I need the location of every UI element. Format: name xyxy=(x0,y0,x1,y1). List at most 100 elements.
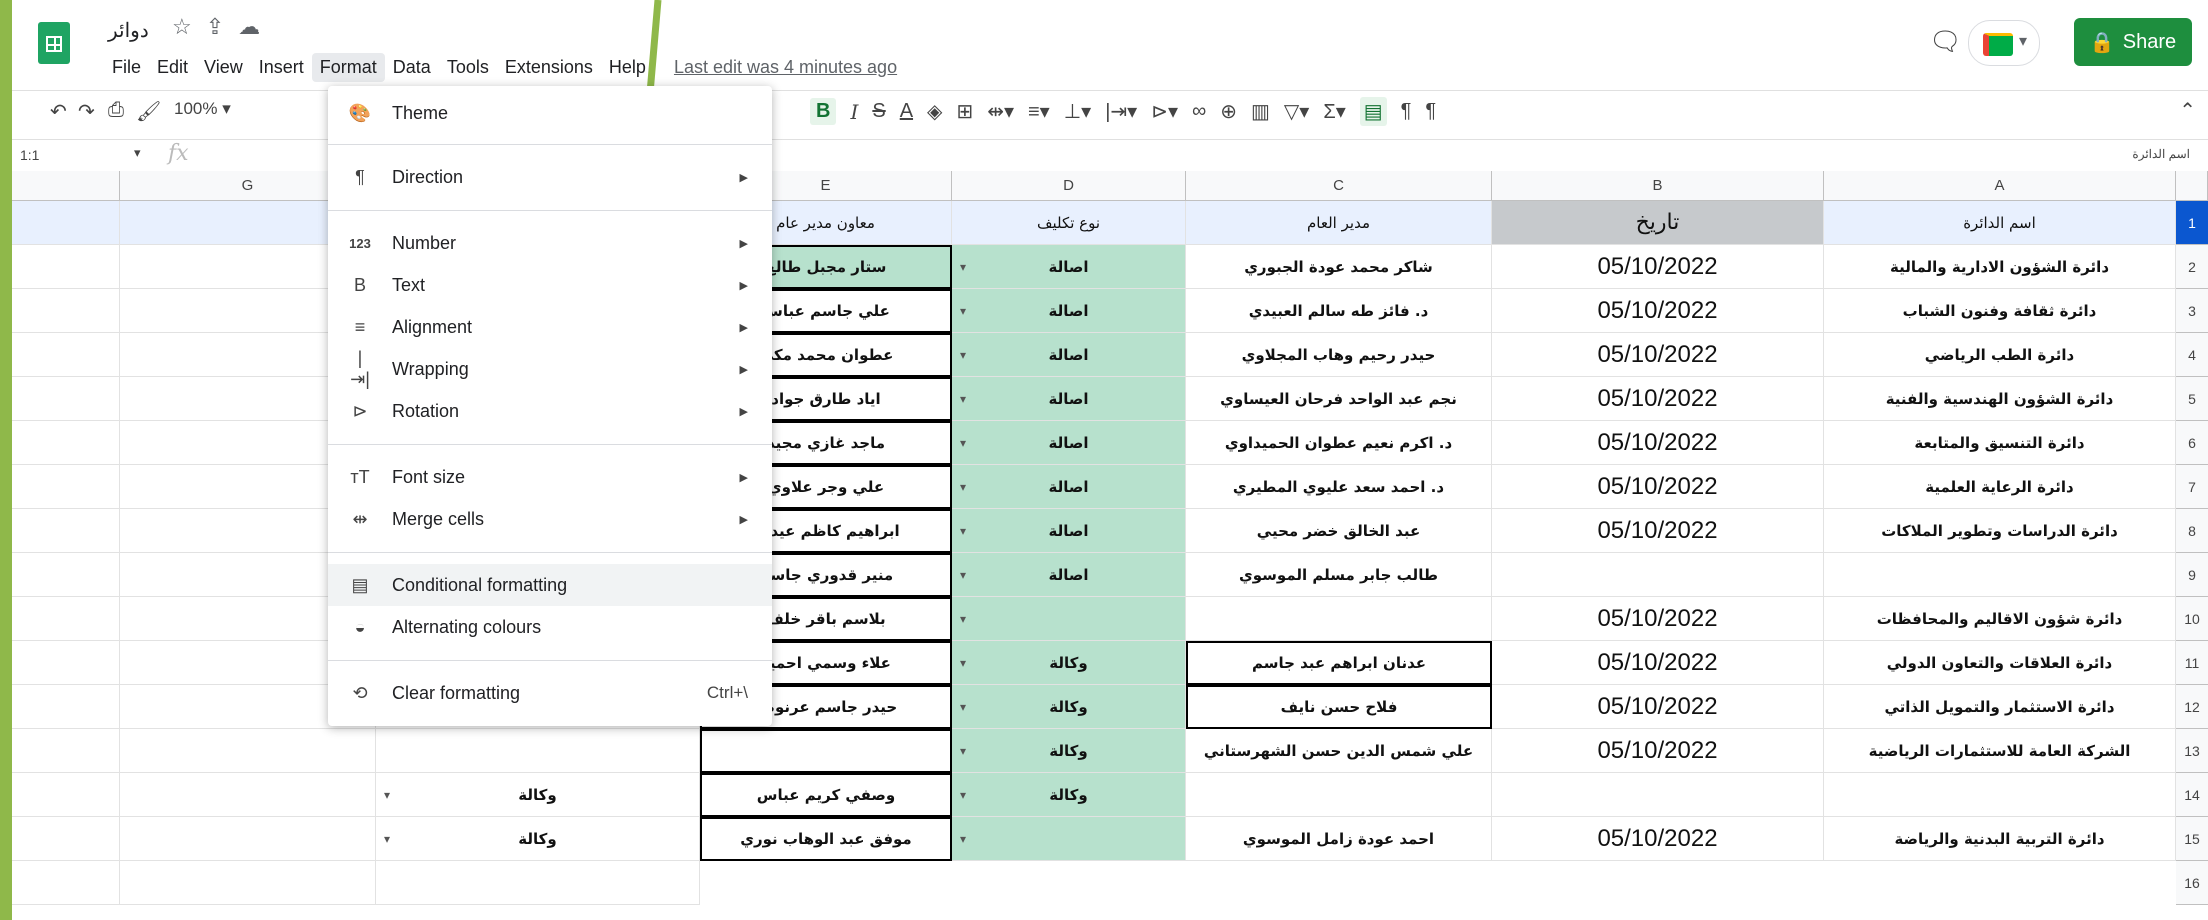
grid-cell[interactable] xyxy=(120,861,376,905)
menu-item-theme[interactable]: 🎨 Theme xyxy=(328,92,772,134)
comment-icon[interactable]: 🗨 xyxy=(1929,26,1962,57)
menu-item-rotation[interactable]: ⊳ Rotation ▶ xyxy=(328,390,772,432)
menu-item-conditional-formatting[interactable]: ▤ Conditional formatting xyxy=(328,564,772,606)
grid-cell[interactable] xyxy=(12,201,120,245)
cell-a[interactable] xyxy=(1824,553,2176,597)
insert-chart-icon[interactable]: ▥ xyxy=(1251,99,1270,124)
grid-cell[interactable] xyxy=(12,729,120,773)
text-rotation-icon[interactable]: ⊳▾ xyxy=(1151,99,1178,124)
row-header-7[interactable]: 7 xyxy=(2176,465,2208,509)
grid-cell[interactable] xyxy=(12,465,120,509)
undo-icon[interactable]: ↶ xyxy=(50,99,67,124)
cell-a[interactable]: دائرة الاستثمار والتمويل الذاتي xyxy=(1824,685,2176,729)
grid-cell[interactable] xyxy=(12,553,120,597)
cell-e[interactable] xyxy=(700,729,952,773)
cell-c[interactable]: عبد الخالق خضر محيي xyxy=(1186,509,1492,553)
insert-comment-icon[interactable]: ⊕ xyxy=(1220,99,1237,124)
row-header-8[interactable]: 8 xyxy=(2176,509,2208,553)
cell-d[interactable]: اصالة ▾ xyxy=(952,289,1186,333)
cell-c[interactable]: د. احمد سعد عليوي المطيري xyxy=(1186,465,1492,509)
zoom-select[interactable]: 100% ▾ xyxy=(174,99,231,119)
dropdown-caret-icon[interactable]: ▾ xyxy=(960,260,966,274)
name-box[interactable]: 1:1 xyxy=(20,147,39,163)
header-cell-a[interactable]: اسم الدائرة xyxy=(1824,201,2176,245)
column-header-D[interactable]: D xyxy=(952,171,1186,201)
cell-a[interactable]: دائرة الطب الرياضي xyxy=(1824,333,2176,377)
menu-tools[interactable]: Tools xyxy=(439,53,497,82)
collapse-menus-icon[interactable]: ⌃ xyxy=(2179,98,2196,123)
grid-cell[interactable] xyxy=(376,861,700,905)
dropdown-caret-icon[interactable]: ▾ xyxy=(384,832,390,846)
cell-b[interactable]: 05/10/2022 xyxy=(1492,509,1824,553)
cell-d[interactable]: وكالة ▾ xyxy=(952,685,1186,729)
grid-cell[interactable] xyxy=(12,817,120,861)
cell-c[interactable] xyxy=(1186,597,1492,641)
cell-b[interactable]: 05/10/2022 xyxy=(1492,685,1824,729)
menu-file[interactable]: File xyxy=(104,53,149,82)
row-header-2[interactable]: 2 xyxy=(2176,245,2208,289)
column-header-A[interactable]: A xyxy=(1824,171,2176,201)
cell-a[interactable]: دائرة ثقافة وفنون الشباب xyxy=(1824,289,2176,333)
menu-view[interactable]: View xyxy=(196,53,251,82)
cell-c[interactable]: طالب جابر مسلم الموسوي xyxy=(1186,553,1492,597)
cell-b[interactable]: 05/10/2022 xyxy=(1492,641,1824,685)
menu-item-alignment[interactable]: ≡ Alignment ▶ xyxy=(328,306,772,348)
horizontal-align-icon[interactable]: ≡▾ xyxy=(1028,99,1050,124)
cell-e[interactable]: وصفي كريم عباس xyxy=(700,773,952,817)
cell-c[interactable]: احمد عودة زامل الموسوي xyxy=(1186,817,1492,861)
cell-d[interactable]: اصالة ▾ xyxy=(952,465,1186,509)
ltr-text-icon[interactable]: ¶ xyxy=(1401,100,1412,123)
row-header-6[interactable]: 6 xyxy=(2176,421,2208,465)
share-button[interactable]: 🔒 Share xyxy=(2074,18,2192,66)
cell-f[interactable]: وكالة▾ xyxy=(376,773,700,817)
merge-cells-icon[interactable]: ⇹▾ xyxy=(987,99,1014,124)
grid-cell[interactable] xyxy=(120,729,376,773)
cell-a[interactable]: دائرة الشؤون الهندسية والفنية xyxy=(1824,377,2176,421)
text-color-icon[interactable]: A xyxy=(900,100,913,123)
menu-extensions[interactable]: Extensions xyxy=(497,53,601,82)
grid-cell[interactable] xyxy=(12,509,120,553)
cell-a[interactable]: الشركة العامة للاستثمارات الرياضية xyxy=(1824,729,2176,773)
menu-item-text[interactable]: B Text ▶ xyxy=(328,264,772,306)
grid-cell[interactable] xyxy=(12,641,120,685)
star-icon[interactable]: ☆ xyxy=(172,14,206,39)
cell-b[interactable]: 05/10/2022 xyxy=(1492,289,1824,333)
cell-d[interactable]: ▾ xyxy=(952,597,1186,641)
cell-d[interactable]: اصالة ▾ xyxy=(952,421,1186,465)
cell-a[interactable]: دائرة الرعاية العلمية xyxy=(1824,465,2176,509)
filter-icon[interactable]: ▽▾ xyxy=(1284,99,1309,124)
vertical-align-icon[interactable]: ⊥▾ xyxy=(1064,99,1091,124)
menu-insert[interactable]: Insert xyxy=(251,53,312,82)
cell-f[interactable]: وكالة▾ xyxy=(376,817,700,861)
print-icon[interactable]: ⎙ xyxy=(108,99,124,122)
row-header-3[interactable]: 3 xyxy=(2176,289,2208,333)
row-header-10[interactable]: 10 xyxy=(2176,597,2208,641)
cell-c[interactable]: نجم عبد الواحد فرحان العيساوي xyxy=(1186,377,1492,421)
cell-b[interactable] xyxy=(1492,773,1824,817)
document-title[interactable]: دوائر xyxy=(108,18,149,43)
cloud-icon[interactable]: ☁ xyxy=(238,14,274,39)
cell-b[interactable] xyxy=(1492,553,1824,597)
dropdown-caret-icon[interactable]: ▾ xyxy=(960,436,966,450)
cell-d[interactable]: اصالة ▾ xyxy=(952,245,1186,289)
cell-b[interactable]: 05/10/2022 xyxy=(1492,333,1824,377)
grid-cell[interactable] xyxy=(376,729,700,773)
header-cell-b[interactable]: تاريخ xyxy=(1492,201,1824,245)
formula-input[interactable]: اسم الدائرة xyxy=(2132,147,2190,161)
rtl-text-icon[interactable]: ¶ xyxy=(1425,100,1436,123)
cell-b[interactable]: 05/10/2022 xyxy=(1492,817,1824,861)
cell-a[interactable]: دائرة الشؤون الادارية والمالية xyxy=(1824,245,2176,289)
grid-cell[interactable] xyxy=(12,421,120,465)
cell-d[interactable]: ▾ xyxy=(952,817,1186,861)
cell-b[interactable]: 05/10/2022 xyxy=(1492,597,1824,641)
grid-cell[interactable] xyxy=(120,817,376,861)
cell-d[interactable]: اصالة ▾ xyxy=(952,553,1186,597)
row-header-1[interactable]: 1 xyxy=(2176,201,2208,245)
cell-b[interactable]: 05/10/2022 xyxy=(1492,245,1824,289)
row-header-5[interactable]: 5 xyxy=(2176,377,2208,421)
column-header-B[interactable]: B xyxy=(1492,171,1824,201)
sheets-logo-icon[interactable] xyxy=(38,22,70,64)
menu-edit[interactable]: Edit xyxy=(149,53,196,82)
cell-c[interactable]: د. اكرم نعيم عطوان الحميداوي xyxy=(1186,421,1492,465)
dropdown-caret-icon[interactable]: ▾ xyxy=(960,788,966,802)
